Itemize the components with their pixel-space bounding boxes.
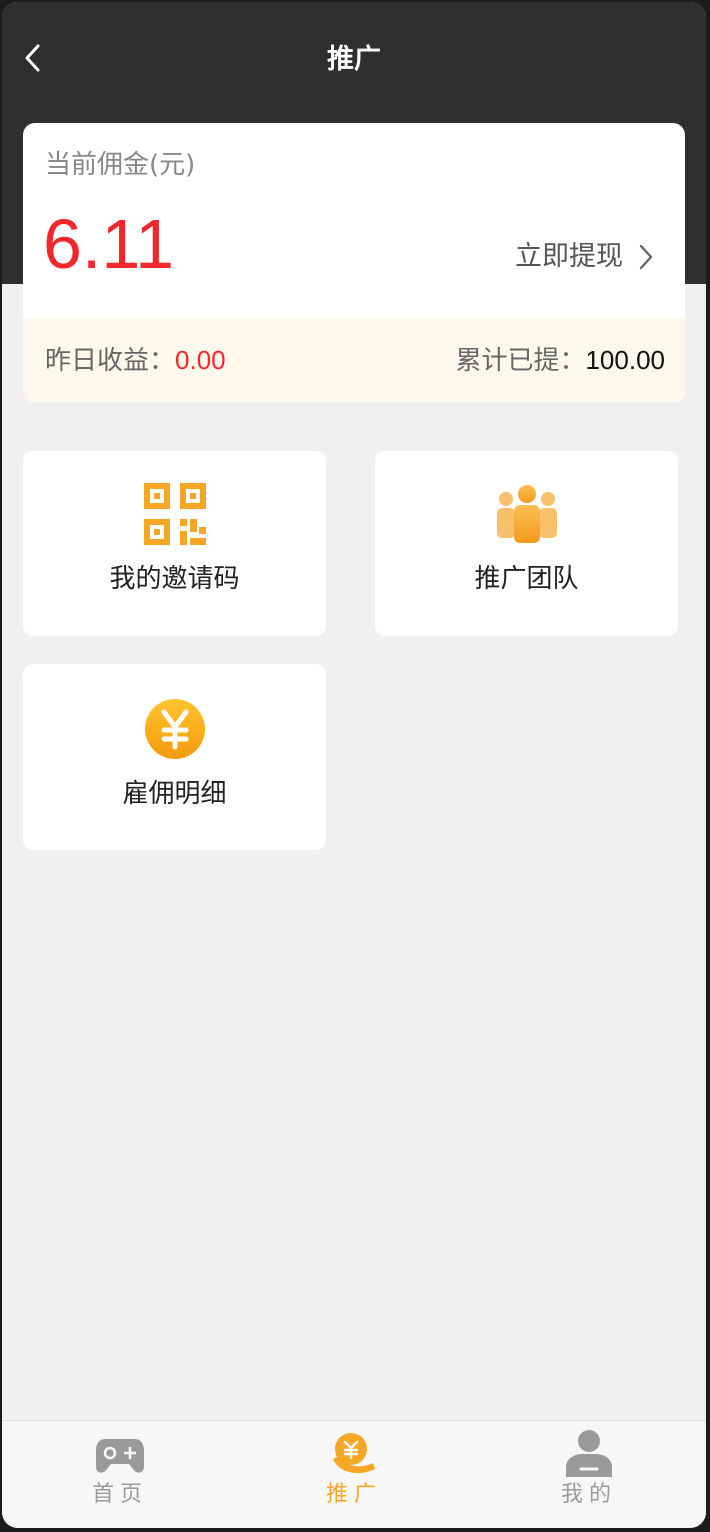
promote-icon [333, 1433, 375, 1474]
commission-card: 当前佣金(元) 6.11 立即提现 昨日收益：0.00 累计已提：100.00 [23, 123, 685, 403]
tab-home-label: 首页 [91, 1482, 148, 1507]
total-withdrawn: 累计已提：100.00 [455, 340, 665, 381]
yesterday-earnings: 昨日收益：0.00 [45, 340, 226, 381]
tab-mine-label: 我的 [560, 1482, 617, 1507]
promotion-team-label: 推广团队 [474, 564, 579, 594]
employment-details-label: 雇佣明细 [122, 779, 227, 809]
withdraw-label: 立即提现 [515, 241, 623, 272]
withdraw-button[interactable]: 立即提现 [515, 237, 655, 277]
earnings-summary: 昨日收益：0.00 累计已提：100.00 [23, 318, 685, 403]
chevron-right-icon [639, 244, 653, 270]
total-label: 累计已提： [455, 346, 586, 376]
invite-code-label: 我的邀请码 [109, 564, 240, 594]
yesterday-value: 0.00 [175, 345, 226, 375]
tab-promote[interactable]: 推广 [274, 1421, 434, 1528]
tab-home[interactable]: 首页 [40, 1421, 200, 1528]
employment-details-tile[interactable]: 雇佣明细 [23, 664, 326, 850]
qr-code-icon [143, 483, 206, 545]
team-icon [496, 485, 557, 543]
user-icon [566, 1430, 612, 1477]
total-value: 100.00 [585, 345, 665, 375]
app-frame: 推广 当前佣金(元) 6.11 立即提现 昨日收益：0.00 累计已提：100.… [2, 2, 706, 1528]
tab-promote-label: 推广 [325, 1482, 382, 1507]
gamepad-icon [96, 1439, 144, 1473]
commission-label: 当前佣金(元) [45, 150, 196, 180]
invite-code-tile[interactable]: 我的邀请码 [23, 451, 326, 636]
page-title: 推广 [327, 44, 381, 75]
promotion-team-tile[interactable]: 推广团队 [375, 451, 678, 636]
yesterday-label: 昨日收益： [45, 346, 176, 376]
tab-mine[interactable]: 我的 [509, 1421, 669, 1528]
commission-amount: 6.11 [43, 205, 175, 283]
bottom-tab-bar: 首页 推广 我的 [2, 1420, 706, 1528]
yen-coin-icon [144, 699, 205, 759]
